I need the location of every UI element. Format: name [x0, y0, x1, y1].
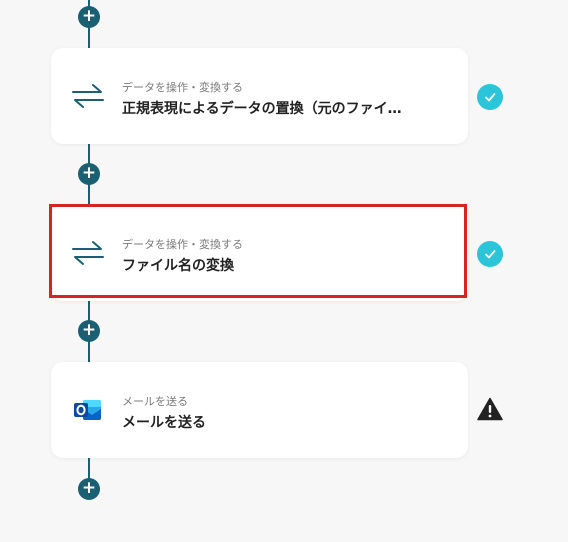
step-complete-check-icon [477, 241, 503, 267]
add-step-button[interactable]: + [78, 478, 100, 500]
plus-icon: + [81, 6, 97, 26]
add-step-button[interactable]: + [78, 163, 100, 185]
step-category-label: データを操作・変換する [122, 81, 243, 94]
swap-arrows-icon [71, 80, 105, 112]
step-complete-check-icon [477, 84, 503, 110]
swap-arrows-icon [71, 237, 105, 269]
step-category-label: データを操作・変換する [122, 238, 243, 251]
add-step-button[interactable]: + [78, 320, 100, 342]
flow-step-card[interactable]: メールを送る メールを送る [51, 362, 468, 458]
plus-icon: + [81, 163, 97, 183]
plus-icon: + [81, 320, 97, 340]
flow-step-card[interactable]: データを操作・変換する 正規表現によるデータの置換（元のファイ… [51, 48, 468, 144]
step-category-label: メールを送る [122, 395, 188, 408]
warning-icon [477, 396, 503, 422]
step-title: ファイル名の変換 [122, 258, 234, 274]
step-title: 正規表現によるデータの置換（元のファイ… [122, 101, 402, 117]
plus-icon: + [81, 478, 97, 498]
outlook-icon [71, 394, 105, 426]
step-title: メールを送る [122, 415, 206, 431]
flow-step-card[interactable]: データを操作・変換する ファイル名の変換 [51, 205, 468, 301]
add-step-button[interactable]: + [78, 6, 100, 28]
